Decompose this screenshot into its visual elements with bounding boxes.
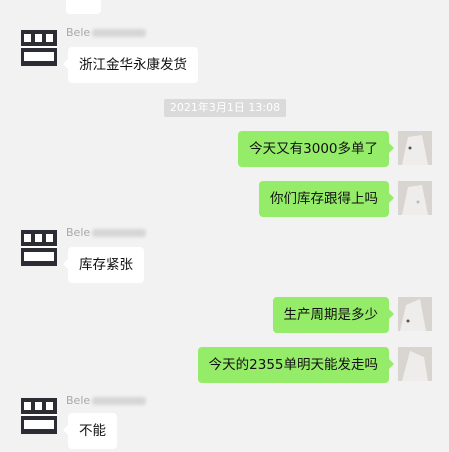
sender-name-text: Bele — [66, 394, 91, 407]
profile-photo-icon — [398, 297, 432, 331]
message-text: 浙江金华永康发货 — [79, 57, 187, 73]
my-avatar[interactable] — [398, 297, 432, 331]
partial-message-text: ... — [77, 0, 90, 4]
profile-photo-icon — [398, 131, 432, 165]
message-text: 生产周期是多少 — [283, 307, 379, 323]
message-bubble-incoming[interactable]: 浙江金华永康发货 — [63, 47, 198, 83]
message-text: 不能 — [79, 423, 106, 439]
brand-logo-icon — [21, 30, 57, 66]
message-bubble-outgoing[interactable]: 生产周期是多少 — [272, 297, 394, 333]
my-avatar[interactable] — [398, 181, 432, 215]
sender-avatar[interactable] — [21, 30, 57, 66]
sender-name-text: Bele — [66, 226, 91, 239]
sender-name-text: Bele — [66, 26, 91, 39]
my-avatar[interactable] — [398, 131, 432, 165]
message-text: 你们库存跟得上吗 — [270, 191, 378, 207]
sender-name: Bele — [66, 226, 147, 239]
sender-avatar[interactable] — [21, 230, 57, 266]
message-bubble-incoming[interactable]: 不能 — [63, 413, 117, 449]
brand-logo-icon — [21, 398, 57, 434]
message-bubble-incoming[interactable]: 库存紧张 — [63, 247, 144, 283]
redacted-name — [92, 29, 147, 37]
redacted-name — [92, 397, 147, 405]
redacted-name — [92, 229, 147, 237]
my-avatar[interactable] — [398, 347, 432, 381]
message-bubble-outgoing[interactable]: 今天又有3000多单了 — [238, 131, 394, 167]
profile-photo-icon — [398, 347, 432, 381]
profile-photo-icon — [398, 181, 432, 215]
sender-name: Bele — [66, 394, 147, 407]
sender-avatar[interactable] — [21, 398, 57, 434]
message-text: 今天又有3000多单了 — [249, 141, 378, 157]
message-bubble-outgoing[interactable]: 今天的2355单明天能发走吗 — [197, 347, 395, 383]
brand-logo-icon — [21, 230, 57, 266]
message-bubble-outgoing[interactable]: 你们库存跟得上吗 — [259, 181, 394, 217]
partial-message-bubble: ... — [66, 0, 101, 14]
sender-name: Bele — [66, 26, 147, 39]
message-text: 今天的2355单明天能发走吗 — [208, 357, 378, 373]
message-text: 库存紧张 — [79, 257, 133, 273]
timestamp-divider: 2021年3月1日 13:08 — [164, 99, 286, 117]
